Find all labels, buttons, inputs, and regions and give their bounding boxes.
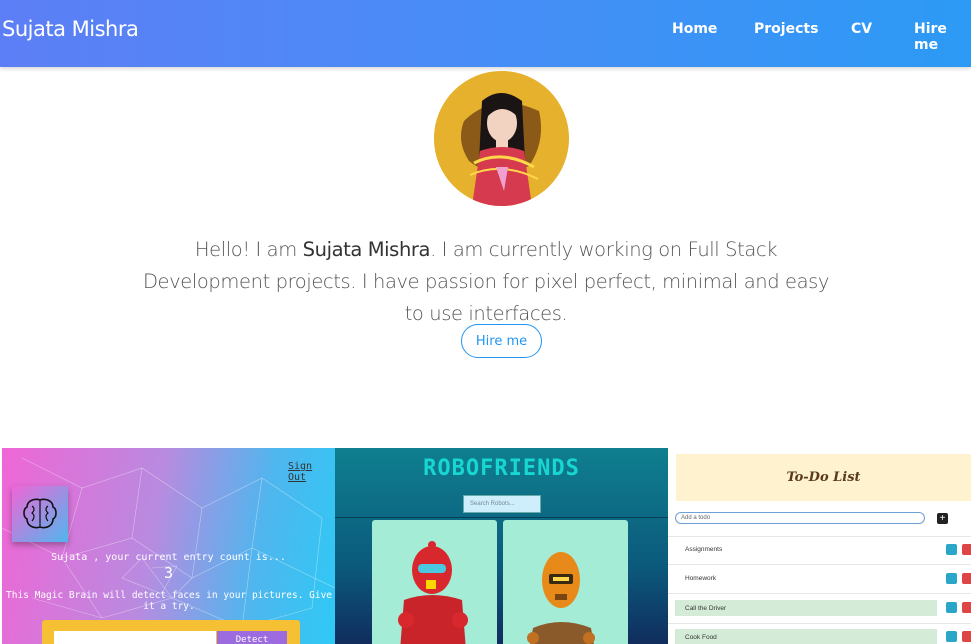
divider [668, 536, 971, 537]
todo-item: Homework [685, 574, 717, 582]
detect-button[interactable]: Detect [217, 631, 287, 644]
divider [668, 593, 971, 594]
robot-card[interactable] [372, 520, 497, 644]
edit-icon[interactable] [946, 573, 957, 584]
sign-out-link[interactable]: Sign Out [288, 461, 335, 483]
todo-item-completed: Call the Driver [675, 600, 937, 616]
todo-item: Assignments [685, 545, 723, 553]
nav-hire-me[interactable]: Hire me [914, 21, 971, 53]
delete-icon[interactable] [962, 631, 971, 642]
edit-icon[interactable] [946, 631, 957, 642]
delete-icon[interactable] [962, 573, 971, 584]
edit-icon[interactable] [946, 602, 957, 613]
robot-card[interactable] [503, 520, 628, 644]
avatar-illustration [434, 71, 569, 206]
intro-name: Sujata Mishra [302, 238, 431, 261]
profile-avatar [434, 71, 569, 206]
delete-icon[interactable] [962, 602, 971, 613]
detect-form: Detect [42, 620, 300, 644]
intro-text: Hello! I am Sujata Mishra. I am currentl… [140, 234, 832, 330]
network-background [2, 457, 335, 629]
intro-greeting: Hello! I am [194, 238, 303, 261]
robofriends-title: ROBOFRIENDS [423, 456, 580, 481]
brain-logo [12, 486, 68, 542]
magic-brain-text: This Magic Brain will detect faces in yo… [6, 590, 333, 612]
brain-icon [23, 498, 57, 529]
add-todo-input[interactable]: Add a todo [675, 512, 925, 524]
project-robofriends[interactable]: ROBOFRIENDS Search Robots... [335, 448, 668, 644]
entry-count-text: Sujata , your current entry count is... [51, 552, 286, 563]
add-todo-icon[interactable]: + [937, 513, 948, 524]
todo-title: To-Do List [676, 454, 971, 501]
delete-icon[interactable] [962, 544, 971, 555]
project-todo-list[interactable]: To-Do List Add a todo + Assignments Home… [668, 448, 971, 644]
nav-projects[interactable]: Projects [754, 21, 818, 37]
entry-count-value: 3 [163, 564, 174, 582]
divider [668, 564, 971, 565]
top-navbar: Sujata Mishra Home Projects CV Hire me [0, 0, 971, 67]
robot-red-image [398, 541, 468, 644]
nav-cv[interactable]: CV [851, 21, 872, 37]
robot-orange-image [527, 552, 595, 644]
divider [335, 517, 668, 518]
brand-name[interactable]: Sujata Mishra [2, 17, 139, 41]
image-url-input[interactable] [54, 631, 216, 644]
divider [668, 623, 971, 624]
edit-icon[interactable] [946, 544, 957, 555]
hire-me-button[interactable]: Hire me [461, 324, 542, 358]
todo-item-completed: Cook Food [675, 629, 937, 644]
project-face-detection[interactable]: Sign Out Sujata , your current entry cou… [2, 448, 335, 644]
nav-home[interactable]: Home [672, 21, 717, 37]
robot-search-input[interactable]: Search Robots... [463, 495, 541, 513]
